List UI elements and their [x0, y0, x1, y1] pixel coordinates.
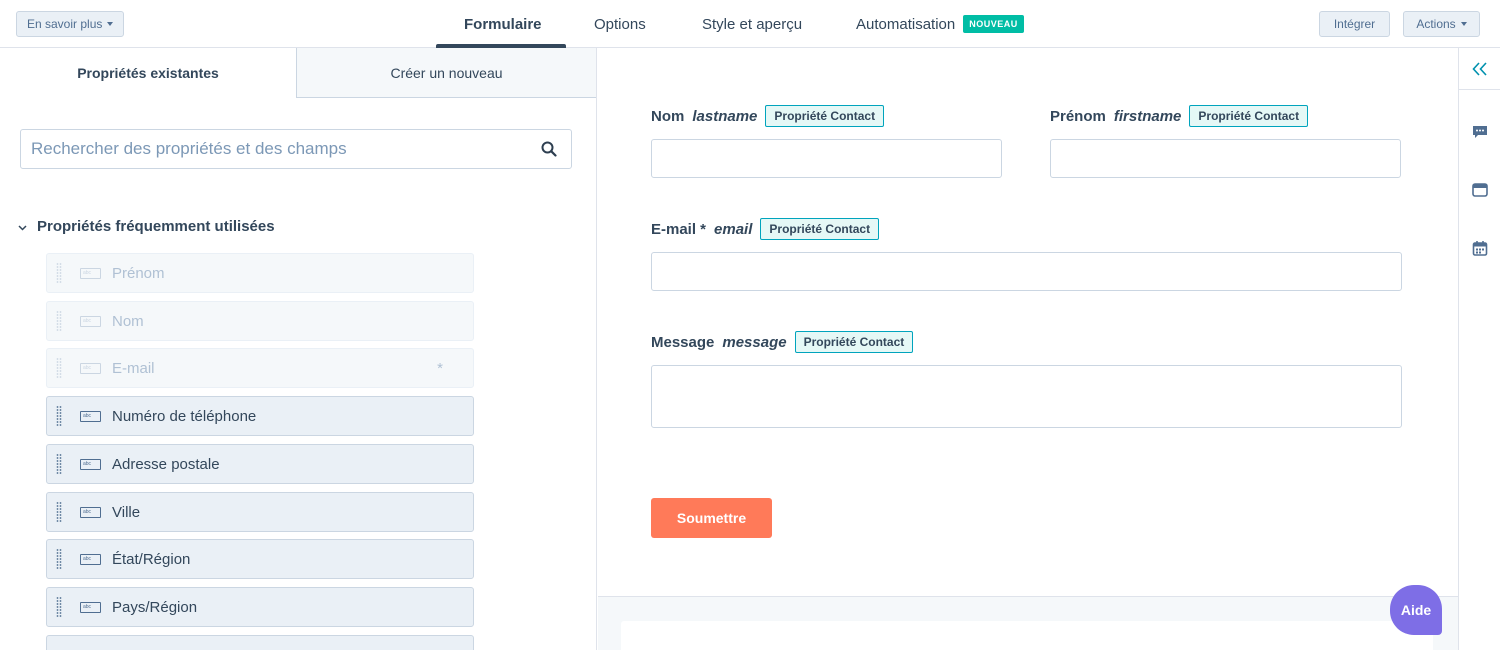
- property-label: Nom: [112, 312, 144, 330]
- field-label-text: Nom: [651, 107, 685, 125]
- text-field-icon: abc: [80, 315, 101, 327]
- tab-style-label: Style et aperçu: [702, 15, 803, 33]
- lastname-input[interactable]: [651, 139, 1002, 178]
- text-field-icon: abc: [80, 268, 101, 279]
- property-tag: Propriété Contact: [765, 105, 885, 127]
- drag-handle-icon[interactable]: [56, 262, 62, 284]
- caret-down-icon: [1460, 22, 1467, 26]
- field-label-firstname: Prénom firstname Propriété Contact: [1050, 105, 1309, 127]
- right-sidebar: [1458, 48, 1500, 650]
- drag-handle-icon[interactable]: [56, 501, 62, 523]
- tab-form-label: Formulaire: [464, 15, 542, 33]
- firstname-input[interactable]: [1050, 139, 1401, 178]
- property-label: Ville: [112, 503, 141, 521]
- property-item[interactable]: abc Prénom: [46, 253, 474, 293]
- property-item[interactable]: abc Pays/Région: [46, 586, 474, 627]
- tab-automation[interactable]: Automatisation NOUVEAU: [856, 0, 1024, 48]
- tab-existing-label: Propriétés existantes: [77, 65, 219, 81]
- layout-icon[interactable]: [1470, 180, 1490, 200]
- drag-handle-icon[interactable]: [56, 453, 62, 475]
- next-section-card: [621, 621, 1433, 650]
- drag-handle-icon[interactable]: [56, 357, 62, 379]
- drag-handle-icon[interactable]: [56, 310, 62, 332]
- search-icon[interactable]: [541, 141, 557, 162]
- property-item[interactable]: abc Ville: [46, 491, 474, 532]
- rail-divider: [1459, 89, 1500, 90]
- embed-button[interactable]: Intégrer: [1319, 11, 1390, 37]
- field-label-text: Prénom: [1050, 107, 1106, 125]
- tab-options-label: Options: [594, 15, 646, 33]
- tab-existing-properties[interactable]: Propriétés existantes: [0, 48, 296, 98]
- chevron-down-icon: [18, 218, 27, 235]
- search-input[interactable]: [21, 130, 521, 168]
- property-item[interactable]: abc E-mail *: [46, 348, 474, 389]
- actions-button[interactable]: Actions: [1403, 11, 1480, 37]
- learn-more-button[interactable]: En savoir plus: [16, 11, 125, 37]
- properties-panel: Propriétés existantes Créer un nouveau P…: [0, 48, 597, 650]
- drag-handle-icon[interactable]: [56, 596, 62, 618]
- property-label: E-mail: [112, 360, 155, 378]
- property-tag: Propriété Contact: [760, 218, 880, 240]
- property-label: Prénom: [112, 265, 165, 282]
- top-bar: En savoir plus Formulaire Options Style …: [0, 0, 1500, 48]
- caret-down-icon: [107, 22, 114, 26]
- field-label-text: Message: [651, 333, 715, 351]
- submit-button[interactable]: Soumettre: [651, 498, 772, 538]
- property-item[interactable]: [46, 634, 474, 650]
- collapse-panel-icon[interactable]: [1470, 59, 1490, 79]
- property-item[interactable]: abc Adresse postale: [46, 443, 474, 484]
- property-item[interactable]: abc Nom: [46, 300, 474, 341]
- section-title: Propriétés fréquemment utilisées: [37, 218, 275, 235]
- property-tag: Propriété Contact: [794, 331, 914, 353]
- email-input[interactable]: [651, 252, 1402, 291]
- message-textarea[interactable]: [651, 365, 1402, 428]
- text-field-icon: abc: [80, 554, 101, 566]
- property-label: Pays/Région: [112, 598, 198, 616]
- form-preview: Nom lastname Propriété Contact Prénom fi…: [598, 48, 1458, 650]
- text-field-icon: abc: [80, 506, 101, 518]
- tab-create-label: Créer un nouveau: [390, 64, 503, 81]
- tab-form[interactable]: Formulaire: [464, 0, 542, 48]
- field-label-message: Message message Propriété Contact: [651, 331, 914, 353]
- help-button[interactable]: Aide: [1390, 585, 1442, 635]
- chat-icon[interactable]: [1470, 122, 1490, 142]
- embed-label: Intégrer: [1333, 17, 1376, 31]
- text-field-icon: abc: [80, 411, 101, 423]
- property-label: Numéro de téléphone: [112, 408, 257, 426]
- field-internal-name: lastname: [692, 107, 758, 125]
- property-label: État/Région: [112, 551, 191, 569]
- tab-automation-label: Automatisation: [856, 15, 956, 33]
- property-tag: Propriété Contact: [1189, 105, 1309, 127]
- field-label-email: E-mail * email Propriété Contact: [651, 218, 880, 240]
- property-search: [20, 129, 572, 169]
- field-internal-name: message: [722, 333, 787, 351]
- property-item[interactable]: abc État/Région: [46, 539, 474, 580]
- field-label-lastname: Nom lastname Propriété Contact: [651, 105, 885, 127]
- required-mark: *: [437, 360, 443, 378]
- tab-create-new[interactable]: Créer un nouveau: [296, 48, 596, 98]
- section-frequent-properties[interactable]: Propriétés fréquemment utilisées: [18, 218, 275, 235]
- text-field-icon: abc: [80, 601, 101, 613]
- calendar-icon[interactable]: [1470, 238, 1490, 258]
- property-label: Adresse postale: [112, 455, 220, 473]
- field-label-text: E-mail *: [651, 220, 707, 238]
- field-internal-name: email: [714, 220, 753, 238]
- text-field-icon: abc: [80, 458, 101, 470]
- new-badge: NOUVEAU: [963, 15, 1024, 33]
- drag-handle-icon[interactable]: [56, 405, 62, 427]
- field-internal-name: firstname: [1113, 107, 1182, 125]
- actions-label: Actions: [1416, 17, 1456, 31]
- drag-handle-icon[interactable]: [56, 548, 62, 570]
- tab-style-preview[interactable]: Style et aperçu: [702, 0, 802, 48]
- learn-more-label: En savoir plus: [27, 17, 103, 31]
- tab-options[interactable]: Options: [594, 0, 646, 48]
- text-field-icon: abc: [80, 363, 101, 375]
- property-item[interactable]: abc Numéro de téléphone: [46, 396, 474, 437]
